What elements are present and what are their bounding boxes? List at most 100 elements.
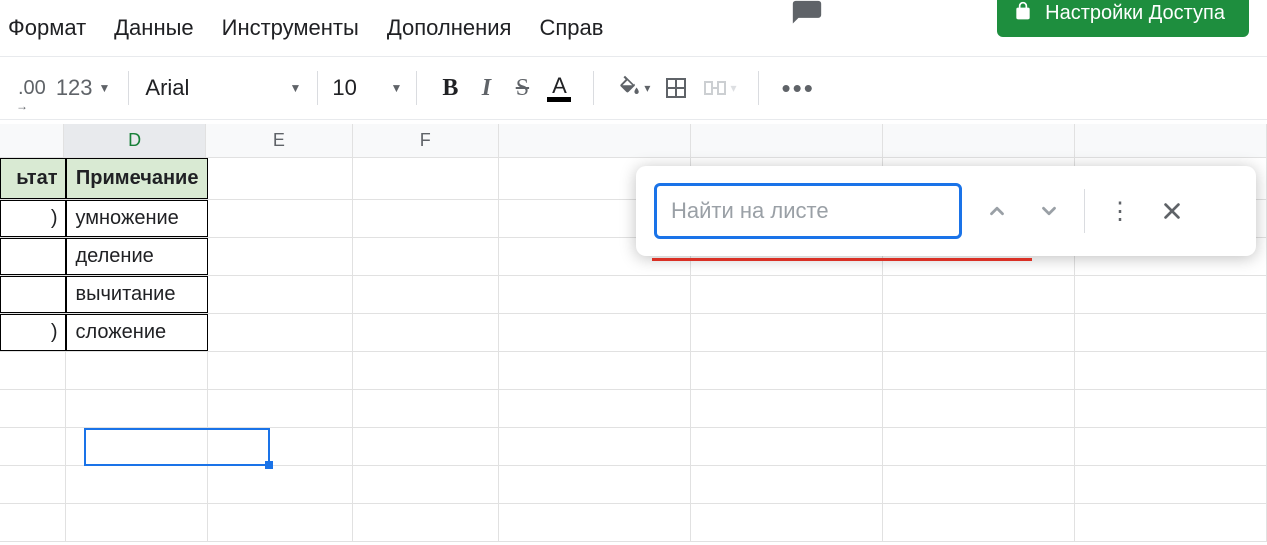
cell[interactable] xyxy=(691,314,883,351)
bold-button[interactable]: B xyxy=(435,71,465,105)
cell[interactable] xyxy=(691,276,883,313)
more-button[interactable]: ••• xyxy=(777,71,818,105)
cell[interactable] xyxy=(66,504,207,541)
cell[interactable] xyxy=(208,466,354,503)
cell[interactable] xyxy=(208,314,354,351)
share-button[interactable]: Настройки Доступа xyxy=(997,0,1249,37)
cell[interactable] xyxy=(883,352,1075,389)
cell[interactable] xyxy=(499,314,691,351)
cell[interactable] xyxy=(691,504,883,541)
cell[interactable] xyxy=(883,390,1075,427)
cell[interactable] xyxy=(499,390,691,427)
borders-button[interactable] xyxy=(660,71,692,105)
cell[interactable] xyxy=(0,504,66,541)
cell[interactable] xyxy=(353,200,499,237)
cell[interactable] xyxy=(353,466,499,503)
cell[interactable]: ) xyxy=(0,314,66,351)
cell[interactable] xyxy=(208,352,354,389)
merge-cells-button[interactable]: ▾ xyxy=(698,71,740,105)
cell[interactable] xyxy=(0,352,66,389)
cell[interactable] xyxy=(883,314,1075,351)
cell[interactable] xyxy=(691,390,883,427)
cell[interactable]: сложение xyxy=(66,314,207,351)
cell[interactable] xyxy=(1075,314,1267,351)
font-size-select[interactable]: 10 ▼ xyxy=(322,75,412,101)
cell[interactable]: деление xyxy=(66,238,207,275)
menu-format[interactable]: Формат xyxy=(8,15,86,41)
text-color-button[interactable]: A xyxy=(543,71,575,105)
cell[interactable] xyxy=(66,390,207,427)
cell[interactable] xyxy=(353,238,499,275)
cell[interactable] xyxy=(691,466,883,503)
find-options-button[interactable]: ⋮ xyxy=(1103,194,1137,228)
cell[interactable] xyxy=(883,428,1075,465)
cell[interactable] xyxy=(208,390,354,427)
column-header[interactable] xyxy=(0,124,64,157)
cell[interactable] xyxy=(353,158,499,199)
column-header[interactable] xyxy=(499,124,691,157)
cell[interactable] xyxy=(353,352,499,389)
cell[interactable] xyxy=(883,276,1075,313)
cell[interactable] xyxy=(353,390,499,427)
decrease-decimal-button[interactable]: .00 → xyxy=(14,71,50,105)
number-format-dropdown[interactable]: 123 ▼ xyxy=(56,75,111,101)
column-header[interactable] xyxy=(691,124,883,157)
cell[interactable] xyxy=(499,276,691,313)
cell[interactable] xyxy=(353,276,499,313)
cell[interactable] xyxy=(691,352,883,389)
find-prev-button[interactable] xyxy=(980,194,1014,228)
cell[interactable] xyxy=(1075,352,1267,389)
italic-button[interactable]: I xyxy=(471,71,501,105)
cell[interactable] xyxy=(1075,390,1267,427)
cell[interactable] xyxy=(208,158,354,199)
cell[interactable] xyxy=(0,390,66,427)
cell[interactable] xyxy=(0,276,66,313)
close-button[interactable] xyxy=(1155,194,1189,228)
cell[interactable] xyxy=(883,504,1075,541)
comment-icon[interactable] xyxy=(790,0,824,37)
cell[interactable] xyxy=(208,428,354,465)
cell[interactable] xyxy=(499,504,691,541)
menu-help[interactable]: Справ xyxy=(539,15,603,41)
cell[interactable]: умножение xyxy=(66,200,207,237)
cell[interactable] xyxy=(691,428,883,465)
cell[interactable] xyxy=(353,504,499,541)
cell[interactable] xyxy=(1075,504,1267,541)
cell[interactable] xyxy=(0,466,66,503)
cell[interactable]: вычитание xyxy=(66,276,207,313)
cell[interactable] xyxy=(883,466,1075,503)
cell[interactable] xyxy=(353,314,499,351)
cell[interactable] xyxy=(499,466,691,503)
cell[interactable] xyxy=(353,428,499,465)
cell[interactable] xyxy=(208,200,354,237)
cell[interactable] xyxy=(0,238,66,275)
menu-data[interactable]: Данные xyxy=(114,15,193,41)
menu-tools[interactable]: Инструменты xyxy=(222,15,359,41)
cell[interactable] xyxy=(1075,428,1267,465)
cell[interactable] xyxy=(0,428,66,465)
menu-addons[interactable]: Дополнения xyxy=(387,15,512,41)
cell[interactable]: ьтат xyxy=(0,158,66,199)
column-header[interactable] xyxy=(883,124,1075,157)
strike-button[interactable]: S xyxy=(507,71,537,105)
cell[interactable] xyxy=(1075,466,1267,503)
cell[interactable] xyxy=(66,466,207,503)
cell[interactable] xyxy=(208,276,354,313)
column-header[interactable] xyxy=(1075,124,1267,157)
cell[interactable]: Примечание xyxy=(66,158,207,199)
cell[interactable] xyxy=(208,238,354,275)
column-header-d[interactable]: D xyxy=(64,124,206,157)
cell[interactable]: ) xyxy=(0,200,66,237)
cell[interactable] xyxy=(499,352,691,389)
column-header-f[interactable]: F xyxy=(353,124,499,157)
cell[interactable] xyxy=(499,428,691,465)
find-input[interactable] xyxy=(654,183,962,239)
font-select[interactable]: Arial ▼ xyxy=(133,75,313,101)
cell[interactable] xyxy=(66,428,207,465)
cell[interactable] xyxy=(66,352,207,389)
column-header-e[interactable]: E xyxy=(206,124,352,157)
cell[interactable] xyxy=(208,504,354,541)
fill-color-button[interactable]: ▾ xyxy=(612,71,654,105)
cell[interactable] xyxy=(1075,276,1267,313)
find-next-button[interactable] xyxy=(1032,194,1066,228)
